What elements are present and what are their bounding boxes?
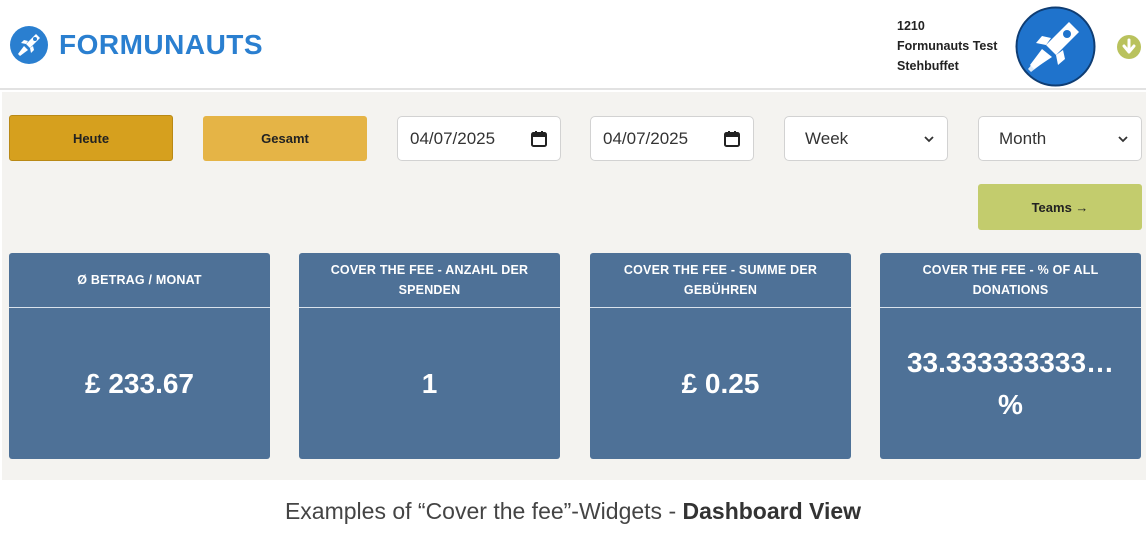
user-info: 1210 Formunauts Test Stehbuffet [897,16,997,76]
date-to-input[interactable]: 04/07/2025 [590,116,754,161]
range-select-value: Month [999,128,1047,148]
period-select-value: Week [805,128,849,148]
rocket-logo-icon [10,26,48,64]
date-from-input[interactable]: 04/07/2025 [397,116,561,161]
chevron-down-icon [1118,135,1128,142]
total-button[interactable]: Gesamt [203,116,367,161]
range-select[interactable]: Month [978,116,1142,161]
today-button[interactable]: Heute [9,115,173,161]
user-event: Stehbuffet [897,59,959,73]
widget-value: £ 233.67 [85,367,194,399]
widget-title: COVER THE FEE - SUMME DER GEBÜHREN [590,253,851,308]
user-org: Formunauts Test [897,39,998,53]
calendar-icon[interactable] [723,130,741,148]
chevron-down-icon [924,135,934,142]
date-from-value: 04/07/2025 [410,128,496,148]
rocket-avatar-icon[interactable] [1015,6,1096,87]
caption-emphasis: Dashboard View [682,498,862,524]
teams-button[interactable]: Teams → [978,184,1142,230]
chevron-down-circle-icon[interactable] [1116,34,1142,60]
brand-logo[interactable]: FORMUNAUTS [9,25,263,65]
widget-cover-fee-sum: COVER THE FEE - SUMME DER GEBÜHREN £ 0.2… [590,253,851,459]
widget-title: Ø BETRAG / MONAT [9,253,270,308]
widget-value: 33.333333333… % [906,346,1115,420]
user-id: 1210 [897,19,925,33]
app-header: FORMUNAUTS 1210 Formunauts Test Stehbuff… [0,0,1146,90]
period-select[interactable]: Week [784,116,948,161]
caption-text: Examples of “Cover the fee”-Widgets - [284,498,683,524]
date-to-value: 04/07/2025 [603,128,689,148]
widget-title: COVER THE FEE - % OF ALL DONATIONS [880,253,1141,308]
widget-value: 1 [421,367,438,399]
widget-value: £ 0.25 [681,367,760,399]
brand-name: FORMUNAUTS [59,29,264,60]
widget-title: COVER THE FEE - ANZAHL DER SPENDEN [299,253,560,308]
calendar-icon[interactable] [530,130,548,148]
widget-avg-amount: Ø BETRAG / MONAT £ 233.67 [9,253,270,459]
widget-cover-fee-percent: COVER THE FEE - % OF ALL DONATIONS 33.33… [880,253,1141,459]
widget-cover-fee-count: COVER THE FEE - ANZAHL DER SPENDEN 1 [299,253,560,459]
image-caption: Examples of “Cover the fee”-Widgets - Da… [0,498,1146,525]
